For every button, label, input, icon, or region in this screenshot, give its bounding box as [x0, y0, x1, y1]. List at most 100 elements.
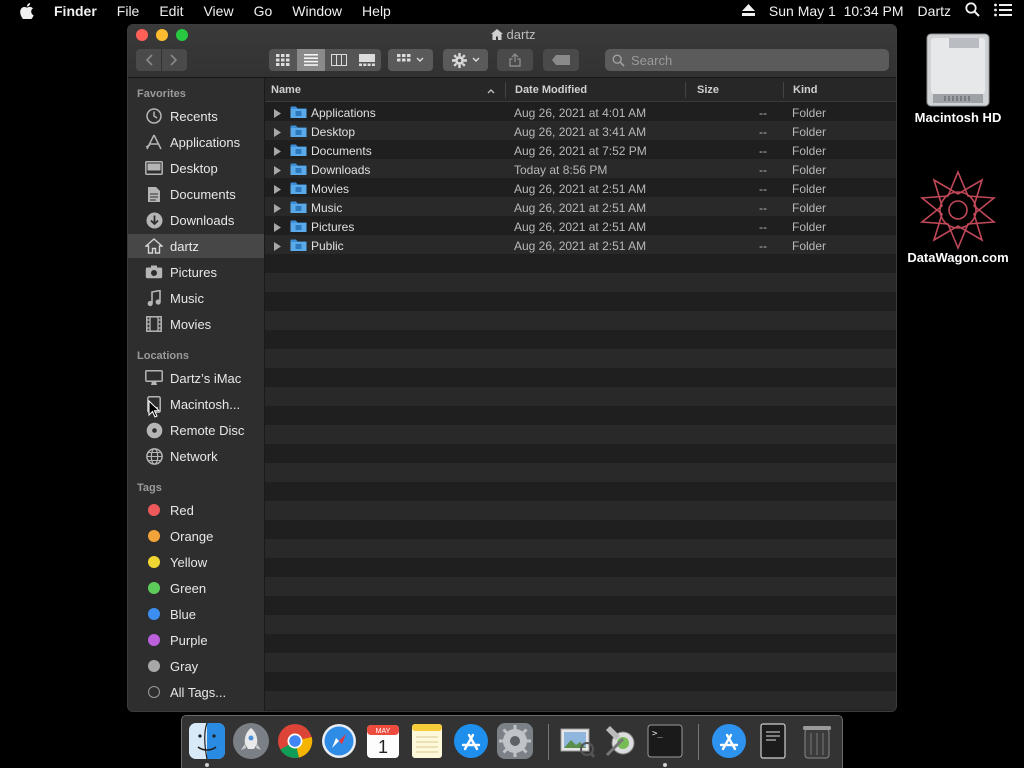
disclosure-triangle-icon[interactable]	[274, 199, 281, 218]
file-size: --	[759, 125, 767, 139]
action-menu-button[interactable]	[443, 49, 488, 71]
sidebar-item-dartz[interactable]: dartz	[128, 234, 264, 258]
sidebar-item-desktop[interactable]: Desktop	[128, 156, 264, 180]
tag-color-swatch	[148, 504, 160, 516]
sidebar-tag-blue[interactable]: Blue	[128, 602, 264, 626]
menu-window[interactable]: Window	[282, 3, 352, 19]
sidebar-item-music[interactable]: Music	[128, 286, 264, 310]
sidebar-tag-orange[interactable]: Orange	[128, 524, 264, 548]
disclosure-triangle-icon[interactable]	[274, 161, 281, 180]
launchpad-icon[interactable]	[232, 722, 270, 760]
share-button[interactable]	[497, 49, 533, 71]
list-view-button[interactable]	[297, 49, 325, 71]
file-name: Music	[311, 201, 343, 215]
disclosure-triangle-icon[interactable]	[274, 237, 281, 256]
finder-icon[interactable]	[188, 722, 226, 760]
sidebar-favorites-header: Favorites	[137, 88, 186, 100]
table-row[interactable]: Documents Aug 26, 2021 at 7:52 PM -- Folder	[265, 142, 896, 161]
disclosure-triangle-icon[interactable]	[274, 104, 281, 123]
column-kind-header[interactable]: Kind	[793, 78, 817, 102]
desktop-icon-datawagon[interactable]: DataWagon.com	[898, 168, 1018, 265]
gallery-view-button[interactable]	[353, 49, 381, 71]
notification-center-icon[interactable]	[987, 3, 1024, 20]
sidebar-item-downloads[interactable]: Downloads	[128, 208, 264, 232]
user-menu[interactable]: Dartz	[911, 3, 958, 19]
table-row[interactable]: Downloads Today at 8:56 PM -- Folder	[265, 161, 896, 180]
spotlight-icon[interactable]	[958, 2, 987, 20]
column-size-header[interactable]: Size	[697, 78, 719, 102]
menu-view[interactable]: View	[193, 3, 243, 19]
sidebar-item-documents[interactable]: Documents	[128, 182, 264, 206]
tag-color-dot	[144, 552, 164, 572]
column-view-button[interactable]	[325, 49, 353, 71]
group-by-button[interactable]	[388, 49, 433, 71]
file-size: --	[759, 106, 767, 120]
menu-edit[interactable]: Edit	[149, 3, 193, 19]
notes-icon[interactable]	[408, 722, 446, 760]
title-bar[interactable]: dartz Search	[128, 25, 896, 78]
list-stripe	[265, 425, 896, 444]
disclosure-triangle-icon[interactable]	[274, 142, 281, 161]
safari-icon[interactable]	[320, 722, 358, 760]
column-name-header[interactable]: Name	[271, 78, 301, 102]
forward-button[interactable]	[162, 49, 187, 71]
sidebar-item-movies[interactable]: Movies	[128, 312, 264, 336]
back-button[interactable]	[137, 49, 162, 71]
eject-icon[interactable]	[735, 3, 762, 19]
sidebar-item-pictures[interactable]: Pictures	[128, 260, 264, 284]
table-row[interactable]: Movies Aug 26, 2021 at 2:51 AM -- Folder	[265, 180, 896, 199]
tag-color-swatch	[148, 530, 160, 542]
desktop-icon-macintosh-hd[interactable]: Macintosh HD	[898, 32, 1018, 125]
clock[interactable]: Sun May 1 10:34 PM	[762, 3, 911, 19]
disclosure-triangle-icon[interactable]	[274, 218, 281, 237]
sidebar-item-network[interactable]: Network	[128, 444, 264, 468]
menu-app-name[interactable]: Finder	[44, 3, 107, 19]
disclosure-triangle-icon[interactable]	[274, 180, 281, 199]
table-row[interactable]: Pictures Aug 26, 2021 at 2:51 AM -- Folder	[265, 218, 896, 237]
icon-view-button[interactable]	[269, 49, 297, 71]
sidebar-tag-yellow[interactable]: Yellow	[128, 550, 264, 574]
system-preferences-icon[interactable]	[496, 722, 534, 760]
disclosure-triangle-icon[interactable]	[274, 123, 281, 142]
table-row[interactable]: Public Aug 26, 2021 at 2:51 AM -- Folder	[265, 237, 896, 256]
app-store-downloads-icon[interactable]	[710, 722, 748, 760]
search-icon	[612, 53, 625, 67]
search-field[interactable]: Search	[605, 49, 889, 71]
sidebar-item-label: Orange	[170, 528, 214, 544]
apple-menu-icon[interactable]	[10, 0, 44, 22]
list-stripe	[265, 691, 896, 710]
app-store-icon[interactable]	[452, 722, 490, 760]
column-date-header[interactable]: Date Modified	[515, 78, 587, 102]
sidebar-item-label: Desktop	[170, 160, 218, 176]
sidebar-tag-red[interactable]: Red	[128, 498, 264, 522]
sidebar-item-applications[interactable]: Applications	[128, 130, 264, 154]
preview-icon[interactable]	[558, 722, 596, 760]
list-stripe	[265, 463, 896, 482]
menu-file[interactable]: File	[107, 3, 150, 19]
table-row[interactable]: Desktop Aug 26, 2021 at 3:41 AM -- Folder	[265, 123, 896, 142]
sidebar-item-recents[interactable]: Recents	[128, 104, 264, 128]
home-icon	[144, 236, 164, 256]
sidebar-tag-all[interactable]: All Tags...	[128, 680, 264, 704]
menu-go[interactable]: Go	[244, 3, 283, 19]
sidebar-tag-green[interactable]: Green	[128, 576, 264, 600]
dock-separator	[548, 724, 549, 760]
chrome-icon[interactable]	[276, 722, 314, 760]
trash-icon[interactable]	[798, 722, 836, 760]
edit-tags-button[interactable]	[543, 49, 579, 71]
utilities-icon[interactable]	[602, 722, 640, 760]
document-stack-icon[interactable]	[754, 722, 792, 760]
sidebar-tag-purple[interactable]: Purple	[128, 628, 264, 652]
folder-icon	[290, 104, 307, 123]
file-date-modified: Aug 26, 2021 at 2:51 AM	[514, 220, 647, 234]
window-title-text: dartz	[506, 27, 536, 42]
table-row[interactable]: Music Aug 26, 2021 at 2:51 AM -- Folder	[265, 199, 896, 218]
menu-help[interactable]: Help	[352, 3, 401, 19]
table-row[interactable]: Applications Aug 26, 2021 at 4:01 AM -- Fol…	[265, 104, 896, 123]
sidebar-tag-gray[interactable]: Gray	[128, 654, 264, 678]
calendar-icon[interactable]: MAY 1	[364, 722, 402, 760]
tag-color-swatch	[148, 608, 160, 620]
sidebar-item-imac[interactable]: Dartz’s iMac	[128, 366, 264, 390]
terminal-icon[interactable]: >_	[646, 722, 684, 760]
finder-window: dartz Search Favorites Recents Applicati…	[127, 24, 897, 712]
